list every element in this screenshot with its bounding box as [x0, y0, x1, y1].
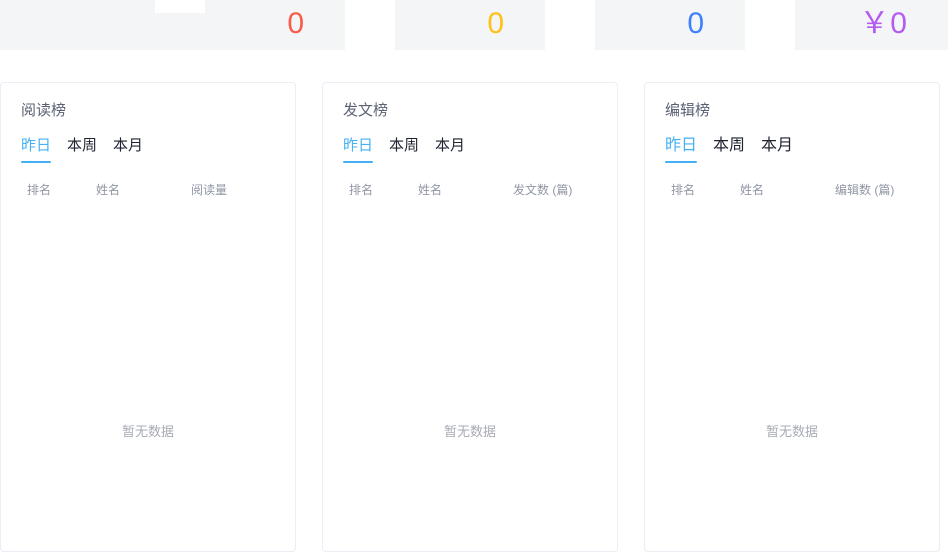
column-header-value: 编辑数 (篇) [835, 183, 895, 197]
tab-editing-yesterday[interactable]: 昨日 [665, 136, 698, 163]
table-header-reading: 排名 姓名 阅读量 [17, 181, 279, 199]
stat-strip-gap-2 [545, 0, 595, 50]
stat-strip-gap-1 [345, 0, 395, 50]
stat-card-3[interactable]: 0 [595, 0, 745, 50]
tab-reading-week[interactable]: 本周 [67, 136, 97, 163]
ranking-panel-reading: 阅读榜 昨日 本周 本月 排名 姓名 阅读量 暂无数据 [0, 82, 296, 552]
stat-card-strip: 0 0 0 ￥0 [0, 0, 948, 50]
ranking-panel-publishing: 发文榜 昨日 本周 本月 排名 姓名 发文数 (篇) 暂无数据 [322, 82, 618, 552]
column-header-rank: 排名 [27, 183, 52, 197]
column-header-name: 姓名 [740, 183, 765, 197]
stat-card-notch [155, 0, 205, 13]
ranking-panel-editing: 编辑榜 昨日 本周 本月 排名 姓名 编辑数 (篇) 暂无数据 [644, 82, 940, 552]
stat-card-2[interactable]: 0 [395, 0, 545, 50]
table-header-publishing: 排名 姓名 发文数 (篇) [339, 181, 601, 199]
column-header-value: 阅读量 [191, 183, 228, 197]
stat-strip-gap-3 [745, 0, 795, 50]
stat-value-4: ￥0 [859, 7, 908, 40]
column-header-value: 发文数 (篇) [513, 183, 573, 197]
tab-group-publishing: 昨日 本周 本月 [343, 135, 601, 163]
stat-value-1: 0 [287, 7, 305, 40]
empty-state-publishing: 暂无数据 [443, 424, 496, 439]
panel-title-publishing: 发文榜 [343, 102, 389, 119]
tab-group-editing: 昨日 本周 本月 [665, 135, 923, 163]
panel-title-reading: 阅读榜 [21, 102, 67, 119]
tab-reading-month[interactable]: 本月 [113, 136, 143, 163]
tab-publishing-week[interactable]: 本周 [389, 136, 419, 163]
table-header-editing: 排名 姓名 编辑数 (篇) [661, 181, 923, 199]
panel-title-editing: 编辑榜 [665, 102, 711, 119]
ranking-panel-group: 阅读榜 昨日 本周 本月 排名 姓名 阅读量 暂无数据 发文榜 昨日 本周 本月… [0, 82, 948, 552]
empty-state-editing: 暂无数据 [765, 424, 818, 439]
column-header-rank: 排名 [671, 183, 696, 197]
stat-value-3: 0 [687, 7, 705, 40]
column-header-name: 姓名 [96, 183, 121, 197]
tab-publishing-month[interactable]: 本月 [435, 136, 465, 163]
tab-editing-week[interactable]: 本周 [713, 136, 745, 163]
tab-editing-month[interactable]: 本月 [761, 136, 793, 163]
column-header-name: 姓名 [418, 183, 443, 197]
tab-group-reading: 昨日 本周 本月 [21, 135, 279, 163]
stat-card-1[interactable]: 0 [0, 0, 345, 50]
empty-state-reading: 暂无数据 [121, 424, 174, 439]
stat-value-2: 0 [487, 7, 505, 40]
stat-card-4[interactable]: ￥0 [795, 0, 948, 50]
column-header-rank: 排名 [349, 183, 374, 197]
tab-reading-yesterday[interactable]: 昨日 [21, 136, 52, 163]
tab-publishing-yesterday[interactable]: 昨日 [343, 136, 374, 163]
